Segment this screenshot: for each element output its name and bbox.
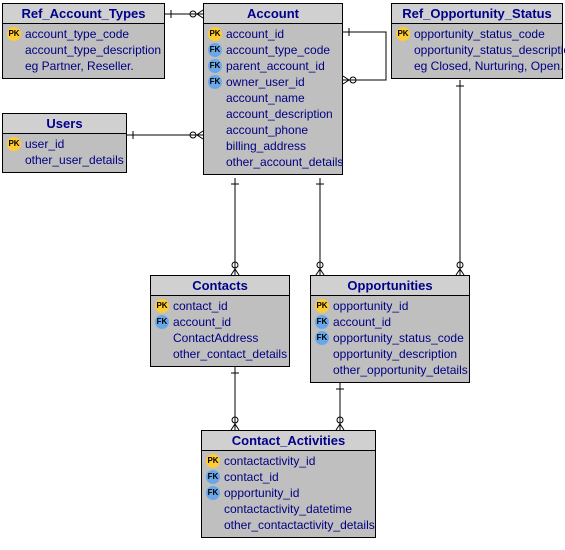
pk-icon: PK: [155, 299, 169, 313]
entity-body: PKaccount_id FKaccount_type_code FKparen…: [204, 24, 342, 174]
fk-icon: FK: [315, 331, 329, 345]
attr-row: other_user_details: [7, 152, 122, 168]
no-key-icon: [396, 59, 410, 73]
attr-row: opportunity_status_description: [396, 42, 558, 58]
attr-row: other_contactactivity_details: [206, 517, 371, 533]
pk-icon: PK: [208, 27, 222, 41]
no-key-icon: [7, 43, 21, 57]
attr-row: FKopportunity_status_code: [315, 330, 465, 346]
attr-row: ContactAddress: [155, 330, 285, 346]
entity-title: Account: [204, 4, 342, 24]
attr-row: account_description: [208, 106, 338, 122]
attr-row: FKaccount_type_code: [208, 42, 338, 58]
fk-icon: FK: [206, 486, 220, 500]
pk-icon: PK: [7, 137, 21, 151]
er-diagram-canvas: Ref_Account_Types PKaccount_type_code ac…: [0, 0, 565, 550]
attr-row: contactactivity_datetime: [206, 501, 371, 517]
entity-body: PKopportunity_id FKaccount_id FKopportun…: [311, 296, 469, 382]
attr-row: other_account_details: [208, 154, 338, 170]
no-key-icon: [155, 331, 169, 345]
no-key-icon: [396, 43, 410, 57]
no-key-icon: [315, 363, 329, 377]
entity-body: PKuser_id other_user_details: [3, 134, 126, 172]
attr-row: account_name: [208, 90, 338, 106]
attr-row: PKaccount_id: [208, 26, 338, 42]
entity-users: Users PKuser_id other_user_details: [2, 113, 127, 173]
entity-contact-activities: Contact_Activities PKcontactactivity_id …: [201, 430, 376, 538]
fk-icon: FK: [206, 470, 220, 484]
attr-row: PKcontact_id: [155, 298, 285, 314]
attr-row: FKopportunity_id: [206, 485, 371, 501]
entity-ref-opportunity-status: Ref_Opportunity_Status PKopportunity_sta…: [391, 3, 563, 79]
attr-row: PKopportunity_id: [315, 298, 465, 314]
attr-row: PKcontactactivity_id: [206, 453, 371, 469]
attr-row: opportunity_description: [315, 346, 465, 362]
no-key-icon: [208, 155, 222, 169]
entity-title: Ref_Account_Types: [3, 4, 164, 24]
pk-icon: PK: [396, 27, 410, 41]
fk-icon: FK: [208, 43, 222, 57]
attr-row: FKcontact_id: [206, 469, 371, 485]
fk-icon: FK: [208, 59, 222, 73]
attr-row: FKparent_account_id: [208, 58, 338, 74]
entity-contacts: Contacts PKcontact_id FKaccount_id Conta…: [150, 275, 290, 367]
entity-title: Ref_Opportunity_Status: [392, 4, 562, 24]
fk-icon: FK: [155, 315, 169, 329]
entity-body: PKcontact_id FKaccount_id ContactAddress…: [151, 296, 289, 366]
no-key-icon: [7, 153, 21, 167]
entity-title: Contacts: [151, 276, 289, 296]
entity-title: Opportunities: [311, 276, 469, 296]
attr-row: FKowner_user_id: [208, 74, 338, 90]
entity-body: PKopportunity_status_code opportunity_st…: [392, 24, 562, 78]
no-key-icon: [206, 502, 220, 516]
no-key-icon: [7, 59, 21, 73]
attr-row: account_phone: [208, 122, 338, 138]
pk-icon: PK: [7, 27, 21, 41]
attr-row: eg Closed, Nurturing, Open.: [396, 58, 558, 74]
no-key-icon: [208, 123, 222, 137]
attr-row: other_opportunity_details: [315, 362, 465, 378]
entity-opportunities: Opportunities PKopportunity_id FKaccount…: [310, 275, 470, 383]
no-key-icon: [155, 347, 169, 361]
no-key-icon: [208, 107, 222, 121]
attr-row: FKaccount_id: [155, 314, 285, 330]
entity-account: Account PKaccount_id FKaccount_type_code…: [203, 3, 343, 175]
no-key-icon: [208, 139, 222, 153]
attr-row: PKuser_id: [7, 136, 122, 152]
entity-body: PKaccount_type_code account_type_descrip…: [3, 24, 164, 78]
entity-title: Contact_Activities: [202, 431, 375, 451]
entity-ref-account-types: Ref_Account_Types PKaccount_type_code ac…: [2, 3, 165, 79]
entity-title: Users: [3, 114, 126, 134]
fk-icon: FK: [315, 315, 329, 329]
attr-row: billing_address: [208, 138, 338, 154]
no-key-icon: [208, 91, 222, 105]
fk-icon: FK: [208, 75, 222, 89]
attr-row: FKaccount_id: [315, 314, 465, 330]
entity-body: PKcontactactivity_id FKcontact_id FKoppo…: [202, 451, 375, 537]
attr-row: other_contact_details: [155, 346, 285, 362]
attr-row: PKopportunity_status_code: [396, 26, 558, 42]
attr-row: eg Partner, Reseller.: [7, 58, 160, 74]
attr-row: account_type_description: [7, 42, 160, 58]
no-key-icon: [315, 347, 329, 361]
pk-icon: PK: [206, 454, 220, 468]
pk-icon: PK: [315, 299, 329, 313]
no-key-icon: [206, 518, 220, 532]
attr-row: PKaccount_type_code: [7, 26, 160, 42]
